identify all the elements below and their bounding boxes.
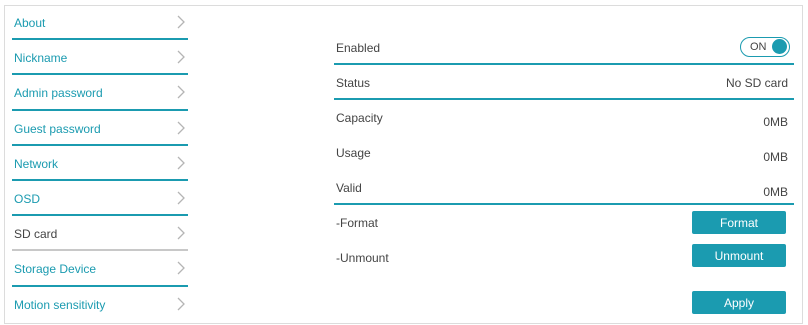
sd-card-panel: Enabled ON Status No SD card Capacity 0M…: [334, 30, 794, 314]
chevron-right-icon: [177, 226, 185, 240]
sidebar-item-storage-device[interactable]: Storage Device: [8, 252, 190, 287]
capacity-row: Capacity 0MB: [334, 100, 794, 135]
chevron-right-icon: [177, 50, 185, 64]
sidebar-item-about[interactable]: About: [8, 6, 190, 41]
chevron-right-icon: [177, 85, 185, 99]
sidebar-item-label: SD card: [14, 227, 58, 242]
usage-label: Usage: [336, 146, 371, 160]
sidebar-divider: [12, 38, 188, 41]
status-row: Status No SD card: [334, 65, 794, 100]
chevron-right-icon: [177, 156, 185, 170]
chevron-right-icon: [177, 191, 185, 205]
chevron-right-icon: [177, 261, 185, 275]
format-row: -Format Format: [334, 205, 794, 240]
sidebar-item-label: About: [14, 16, 46, 30]
capacity-label: Capacity: [336, 111, 383, 125]
valid-row: Valid 0MB: [334, 170, 794, 205]
sidebar-item-label: Network: [14, 156, 59, 171]
sidebar-item-label: Admin password: [14, 86, 103, 101]
enabled-label: Enabled: [336, 41, 381, 55]
sidebar-divider: [12, 214, 188, 217]
unmount-button[interactable]: Unmount: [692, 244, 786, 267]
sidebar-item-admin-password[interactable]: Admin password: [8, 76, 190, 111]
status-value: No SD card: [725, 76, 788, 90]
chevron-right-icon: [177, 121, 185, 135]
status-label: Status: [336, 76, 371, 90]
usage-row: Usage 0MB: [334, 135, 794, 170]
sidebar-divider: [12, 143, 188, 146]
sidebar-divider: [12, 284, 188, 287]
format-button[interactable]: Format: [692, 211, 786, 234]
sidebar-divider: [12, 249, 188, 252]
sidebar-divider: [12, 178, 188, 181]
unmount-label: -Unmount: [336, 251, 389, 265]
enabled-row: Enabled ON: [334, 30, 794, 65]
sidebar-item-label: Storage Device: [14, 262, 97, 277]
usage-value: 0MB: [763, 150, 788, 164]
sidebar-item-motion-sensitivity[interactable]: Motion sensitivity: [8, 288, 190, 323]
sidebar-item-network[interactable]: Network: [8, 147, 190, 182]
toggle-state-text: ON: [750, 41, 767, 53]
sidebar-item-osd[interactable]: OSD: [8, 182, 190, 217]
apply-row: Apply: [334, 275, 794, 314]
sidebar-item-label: OSD: [14, 191, 41, 206]
sidebar-divider: [12, 108, 188, 111]
sidebar-divider: [12, 73, 188, 76]
unmount-row: -Unmount Unmount: [334, 240, 794, 275]
sidebar-item-label: Guest password: [14, 121, 101, 136]
sidebar-item-label: Nickname: [14, 51, 68, 66]
capacity-value: 0MB: [763, 115, 788, 129]
toggle-knob: [772, 39, 787, 54]
chevron-right-icon: [177, 15, 185, 29]
valid-value: 0MB: [763, 185, 788, 199]
settings-sidebar: About Nickname Admin password Guest pass…: [8, 6, 190, 323]
sidebar-item-label: Motion sensitivity: [14, 297, 106, 312]
sidebar-item-sd-card[interactable]: SD card: [8, 217, 190, 252]
valid-label: Valid: [336, 181, 362, 195]
enabled-toggle[interactable]: ON: [740, 37, 790, 57]
chevron-right-icon: [177, 297, 185, 310]
sidebar-item-guest-password[interactable]: Guest password: [8, 112, 190, 147]
sidebar-item-nickname[interactable]: Nickname: [8, 41, 190, 76]
format-label: -Format: [336, 216, 378, 230]
apply-button[interactable]: Apply: [692, 291, 786, 314]
